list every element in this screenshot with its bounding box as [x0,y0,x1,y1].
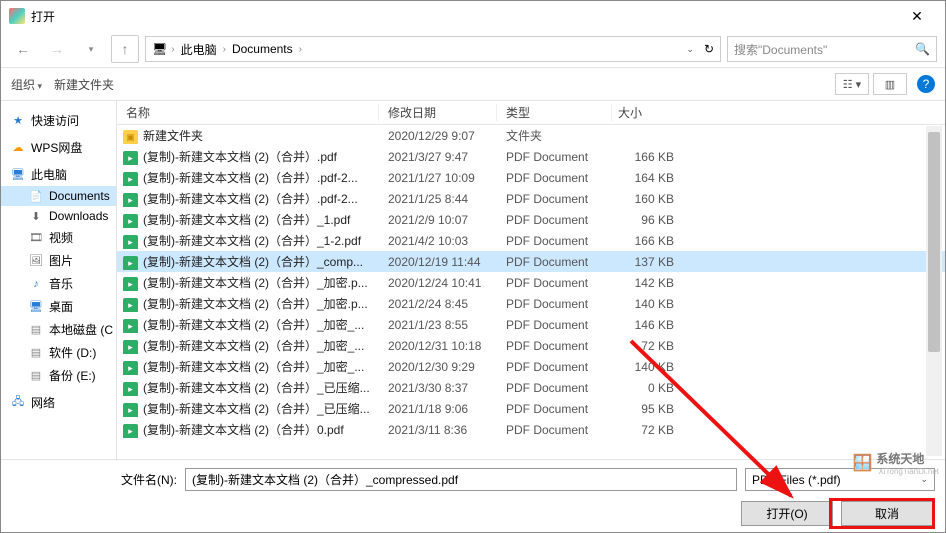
pdf-icon: ▸ [123,298,138,312]
pdf-icon: ▸ [123,172,138,186]
nav-recent-icon[interactable]: ▾ [77,35,105,63]
nav-up-icon[interactable]: ↑ [111,35,139,63]
table-row[interactable]: ▸(复制)-新建文本文档 (2)（合并）_加密_...2020/12/31 10… [117,335,945,356]
open-button[interactable]: 打开(O) [741,501,833,526]
sidebar-item-documents[interactable]: 📄Documents [1,186,116,206]
cloud-icon: ☁ [11,141,25,155]
column-size[interactable]: 大小 [612,104,688,121]
pdf-icon: ▸ [123,214,138,228]
sidebar-item-music[interactable]: ♪音乐 [1,272,116,295]
filename-input[interactable] [185,468,737,491]
app-icon [9,8,25,24]
table-row[interactable]: ▸(复制)-新建文本文档 (2)（合并）.pdf-2...2021/1/27 1… [117,167,945,188]
table-row[interactable]: ▣新建文件夹2020/12/29 9:07文件夹 [117,125,945,146]
sidebar-item-pictures[interactable]: 🖼图片 [1,249,116,272]
sidebar-item-quick[interactable]: ★快速访问 [1,109,116,132]
column-headers: 名称 修改日期 类型 大小 [117,101,945,125]
video-icon: 🎞 [29,231,43,245]
search-placeholder: 搜索"Documents" [734,41,827,58]
drive-icon: ▤ [29,323,43,337]
sidebar-item-downloads[interactable]: ⬇Downloads [1,206,116,226]
table-row[interactable]: ▸(复制)-新建文本文档 (2)（合并）_加密.p...2020/12/24 1… [117,272,945,293]
table-row[interactable]: ▸(复制)-新建文本文档 (2)（合并）0.pdf2021/3/11 8:36P… [117,419,945,440]
sidebar-item-thispc[interactable]: 🖥此电脑 [1,163,116,186]
pdf-icon: ▸ [123,235,138,249]
sidebar-item-desktop[interactable]: 🖥桌面 [1,295,116,318]
search-input[interactable]: 搜索"Documents" 🔍 [727,36,937,62]
pc-icon: 🖥 [152,42,167,56]
pc-icon: 🖥 [11,168,25,182]
drive-icon: ▤ [29,369,43,383]
folder-icon: ▣ [123,130,138,144]
toolbar: 组织 新建文件夹 ☷ ▾ ▥ ? [1,67,945,101]
cancel-button[interactable]: 取消 [841,501,933,526]
star-icon: ★ [11,114,25,128]
music-icon: ♪ [29,277,43,291]
breadcrumb-root[interactable]: 此电脑 [179,41,219,58]
titlebar: 打开 ✕ [1,1,945,31]
search-icon[interactable]: 🔍 [915,42,930,56]
filename-label: 文件名(N): [121,471,177,488]
close-icon[interactable]: ✕ [897,8,937,25]
nav-back-icon[interactable]: ← [9,35,37,63]
preview-pane-icon[interactable]: ▥ [873,73,907,95]
chevron-right-icon: › [223,44,226,55]
table-row[interactable]: ▸(复制)-新建文本文档 (2)（合并）_已压缩...2021/1/18 9:0… [117,398,945,419]
sidebar-item-videos[interactable]: 🎞视频 [1,226,116,249]
file-list: 名称 修改日期 类型 大小 ▣新建文件夹2020/12/29 9:07文件夹▸(… [116,101,945,461]
refresh-icon[interactable]: ↻ [704,42,714,56]
table-row[interactable]: ▸(复制)-新建文本文档 (2)（合并）_已压缩...2021/3/30 8:3… [117,377,945,398]
document-icon: 📄 [29,189,43,203]
table-row[interactable]: ▸(复制)-新建文本文档 (2)（合并）_comp...2020/12/19 1… [117,251,945,272]
drive-icon: ▤ [29,346,43,360]
sidebar-item-drive-c[interactable]: ▤本地磁盘 (C [1,318,116,341]
table-row[interactable]: ▸(复制)-新建文本文档 (2)（合并）_加密_...2020/12/30 9:… [117,356,945,377]
nav-forward-icon: → [43,35,71,63]
table-row[interactable]: ▸(复制)-新建文本文档 (2)（合并）_加密.p...2021/2/24 8:… [117,293,945,314]
pdf-icon: ▸ [123,403,138,417]
pdf-icon: ▸ [123,424,138,438]
download-icon: ⬇ [29,209,43,223]
table-row[interactable]: ▸(复制)-新建文本文档 (2)（合并）.pdf-2...2021/1/25 8… [117,188,945,209]
column-type[interactable]: 类型 [497,104,612,121]
column-name[interactable]: 名称 [117,104,379,121]
help-icon[interactable]: ? [917,75,935,93]
pdf-icon: ▸ [123,277,138,291]
table-row[interactable]: ▸(复制)-新建文本文档 (2)（合并）_1.pdf2021/2/9 10:07… [117,209,945,230]
table-row[interactable]: ▸(复制)-新建文本文档 (2)（合并）_1-2.pdf2021/4/2 10:… [117,230,945,251]
chevron-right-icon: › [171,44,174,55]
sidebar-item-drive-e[interactable]: ▤备份 (E:) [1,364,116,387]
view-options-icon[interactable]: ☷ ▾ [835,73,869,95]
column-date[interactable]: 修改日期 [379,104,497,121]
organize-menu[interactable]: 组织 [11,76,42,93]
pdf-icon: ▸ [123,340,138,354]
chevron-right-icon: › [299,44,302,55]
navbar: ← → ▾ ↑ 🖥 › 此电脑 › Documents › ⌄ ↻ 搜索"Doc… [1,31,945,67]
pdf-icon: ▸ [123,382,138,396]
pdf-icon: ▸ [123,361,138,375]
sidebar: ★快速访问 ☁WPS网盘 🖥此电脑 📄Documents ⬇Downloads … [1,101,116,461]
chevron-down-icon[interactable]: ⌄ [686,44,694,55]
window-title: 打开 [31,8,897,25]
watermark: 🪟 系统天地 XiTongTianDi.net [852,450,939,476]
network-icon: 🖧 [11,396,25,410]
breadcrumb[interactable]: 🖥 › 此电脑 › Documents › ⌄ ↻ [145,36,721,62]
desktop-icon: 🖥 [29,300,43,314]
pdf-icon: ▸ [123,319,138,333]
sidebar-item-network[interactable]: 🖧网络 [1,391,116,414]
scrollbar-thumb[interactable] [928,132,940,352]
table-row[interactable]: ▸(复制)-新建文本文档 (2)（合并）.pdf2021/3/27 9:47PD… [117,146,945,167]
pdf-icon: ▸ [123,256,138,270]
table-row[interactable]: ▸(复制)-新建文本文档 (2)（合并）_加密_...2021/1/23 8:5… [117,314,945,335]
breadcrumb-segment[interactable]: Documents [230,42,295,56]
pdf-icon: ▸ [123,151,138,165]
picture-icon: 🖼 [29,254,43,268]
sidebar-item-drive-d[interactable]: ▤软件 (D:) [1,341,116,364]
footer: 文件名(N): PDF Files (*.pdf) ⌄ 打开(O) 取消 [1,459,945,532]
scrollbar[interactable] [926,126,942,456]
sidebar-item-wps[interactable]: ☁WPS网盘 [1,136,116,159]
pdf-icon: ▸ [123,193,138,207]
newfolder-button[interactable]: 新建文件夹 [54,76,114,93]
